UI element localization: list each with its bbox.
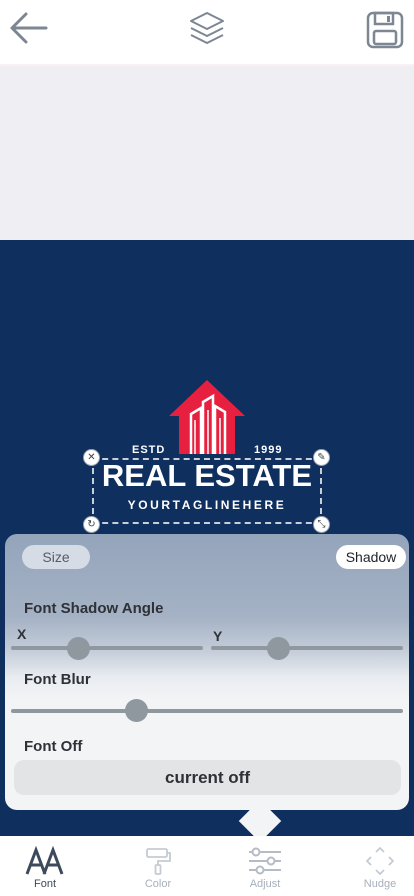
tab-nudge-label: Nudge (363, 878, 397, 890)
x-axis-label: X (17, 626, 27, 642)
shadow-tab-button[interactable]: Shadow (336, 545, 406, 569)
resize-handle-icon[interactable]: ⤡ (313, 516, 330, 533)
delete-handle-icon[interactable]: ✕ (83, 449, 100, 466)
estd-text: ESTD (132, 444, 166, 456)
size-tab-button[interactable]: Size (22, 545, 90, 569)
tab-color-label: Color (144, 878, 172, 890)
blur-slider-track[interactable] (11, 709, 403, 713)
current-off-button[interactable]: current off (14, 760, 401, 795)
y-slider-track[interactable] (211, 646, 403, 650)
shadow-angle-label: Font Shadow Angle (24, 600, 164, 617)
tab-nudge[interactable]: Nudge (340, 836, 414, 896)
tab-font[interactable]: Font (5, 836, 85, 896)
font-off-label: Font Off (24, 738, 83, 755)
tab-adjust-label: Adjust (249, 878, 281, 890)
bottom-tab-bar: Font Color Adjust Nudge (0, 836, 414, 896)
canvas-area (0, 66, 414, 240)
tab-color[interactable]: Color (118, 836, 198, 896)
rotate-handle-icon[interactable]: ↻ (83, 516, 100, 533)
tab-font-label: Font (33, 878, 56, 890)
font-blur-label: Font Blur (24, 671, 91, 688)
year-text: 1999 (254, 444, 283, 456)
font-aa-icon (25, 846, 65, 876)
y-slider-thumb[interactable] (266, 637, 290, 660)
layers-icon[interactable] (186, 9, 228, 47)
top-bar (0, 0, 414, 64)
y-axis-label: Y (213, 628, 223, 644)
edit-handle-icon[interactable]: ✎ (313, 449, 330, 466)
selection-box[interactable] (92, 458, 322, 524)
arrow-left-icon[interactable] (6, 8, 50, 48)
x-slider-track[interactable] (11, 646, 203, 650)
tab-adjust[interactable]: Adjust (225, 836, 305, 896)
move-arrows-icon (360, 846, 400, 876)
floppy-disk-icon[interactable] (365, 10, 405, 50)
blur-slider-thumb[interactable] (124, 699, 148, 722)
sliders-icon (245, 846, 285, 876)
paint-roller-icon (138, 846, 178, 876)
x-slider-thumb[interactable] (66, 637, 90, 660)
house-logo-icon (167, 380, 247, 454)
